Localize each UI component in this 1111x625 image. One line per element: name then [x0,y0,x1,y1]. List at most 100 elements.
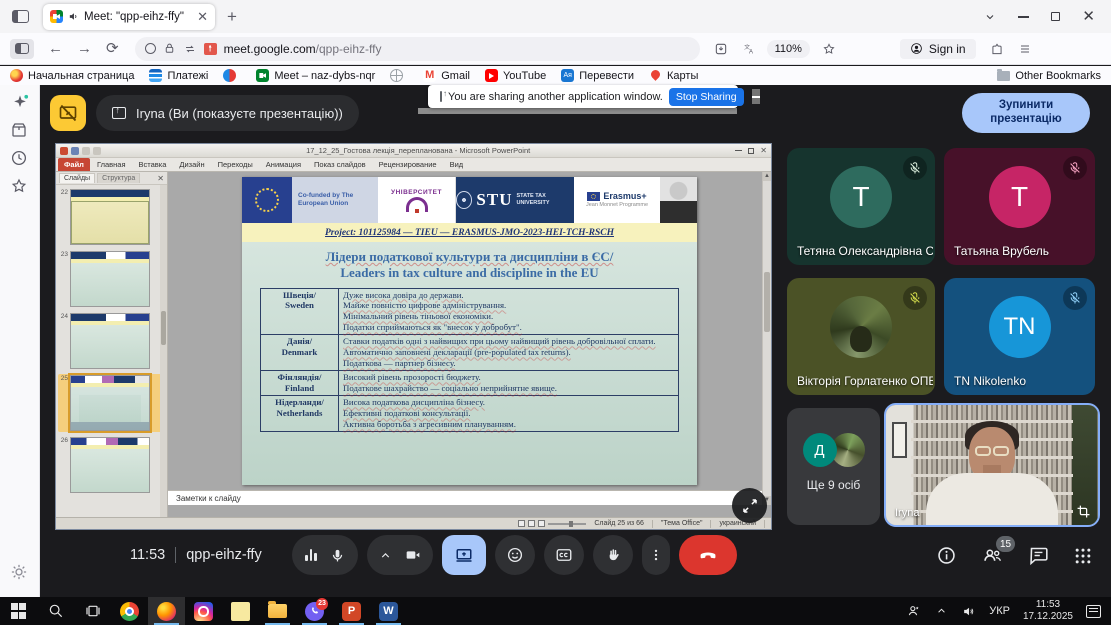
bookmark-item[interactable] [390,69,408,82]
ai-chatbot-icon[interactable] [10,93,30,113]
ppt-thumbnail-row[interactable]: 25 [58,374,165,432]
settings-gear-icon[interactable] [10,563,28,581]
ppt-close-button[interactable]: ✕ [760,146,767,155]
stop-sharing-button[interactable]: Stop Sharing [669,88,744,106]
ppt-ribbon-tab[interactable]: Анимация [260,158,307,171]
ppt-thumbnail-row[interactable]: 23 [58,250,165,308]
ppt-slide-thumbnail[interactable] [70,313,150,369]
more-options-button[interactable] [642,535,670,575]
volume-icon[interactable] [961,605,976,618]
participant-tile-4[interactable]: TN TN Nikolenko [944,278,1095,395]
taskbar-powerpoint[interactable]: P [333,597,370,625]
tab-audio-icon[interactable] [68,11,79,22]
bookmark-item[interactable]: Перевести [561,69,634,82]
ppt-slide-thumbnail[interactable] [70,189,150,245]
people-tray-icon[interactable] [906,604,922,618]
ppt-quick-access-toolbar[interactable] [60,147,101,155]
chat-button[interactable] [1028,545,1049,566]
browser-tab[interactable]: Meet: "qpp-eihz-ffy" ✕ [43,4,215,30]
taskbar-word[interactable]: W [370,597,407,625]
stop-presentation-button[interactable]: Зупинити презентацію [962,93,1090,133]
ppt-slide-thumbnail[interactable] [70,375,150,431]
extensions-icon[interactable] [990,42,1004,56]
package-icon[interactable] [10,121,28,139]
ppt-view-controls[interactable] [518,520,586,527]
start-button[interactable] [0,597,37,625]
new-tab-button[interactable]: + [227,7,237,27]
window-restore-button[interactable] [1051,12,1060,21]
bookmark-item[interactable] [223,69,241,82]
history-clock-icon[interactable] [10,149,28,167]
swap-arrows-icon[interactable] [183,43,197,55]
ppt-ribbon-tab[interactable]: Файл [58,158,90,171]
tab-close-icon[interactable]: ✕ [197,9,208,25]
ppt-slide-thumbnail[interactable] [70,251,150,307]
ppt-ribbon-tab[interactable]: Дизайн [173,158,210,171]
menu-icon[interactable] [1018,43,1032,55]
ppt-slide-scrollbar[interactable]: ▲▼ [762,172,771,505]
action-center-icon[interactable] [1086,605,1101,618]
save-to-pocket-icon[interactable] [714,42,728,56]
info-button[interactable] [936,545,957,566]
show-hidden-icons-chevron[interactable] [935,606,948,616]
taskbar-firefox[interactable] [148,597,185,625]
more-participants-tile[interactable]: Д Ще 9 осіб [787,408,880,525]
ppt-ribbon-tab[interactable]: Вид [444,158,470,171]
participant-tile-2[interactable]: Т Татьяна Врубель [944,148,1095,265]
ppt-restore-button[interactable] [748,148,754,154]
presenting-active-button[interactable] [442,535,486,575]
taskbar-chrome[interactable] [111,597,148,625]
bookmark-star-icon[interactable] [822,42,836,56]
tab-list-chevron-icon[interactable] [984,11,996,23]
sign-in-button[interactable]: Sign in [900,39,976,59]
ppt-ribbon-tab[interactable]: Главная [91,158,132,171]
taskbar-viber[interactable]: 23 [296,597,333,625]
sidebar-toggle-button[interactable] [10,39,34,59]
back-button[interactable]: ← [48,41,63,56]
activities-grid-button[interactable] [1073,546,1093,566]
participant-tile-1[interactable]: Т Тетяна Олександрівна Ск... [787,148,935,265]
bookmark-item[interactable]: YouTube [485,69,546,82]
address-bar[interactable]: meet.google.com/qpp-eihz-ffy [135,37,700,61]
reactions-button[interactable] [495,535,535,575]
bookmark-item[interactable]: Meet – naz-dybs-nqr [256,69,375,82]
screen-share-indicator-icon[interactable] [204,43,217,55]
ppt-tab-outline[interactable]: Структура [97,173,140,183]
window-close-button[interactable]: ✕ [1082,9,1095,24]
other-bookmarks-button[interactable]: Other Bookmarks [997,70,1101,82]
bookmark-item[interactable]: Gmail [423,69,470,82]
window-minimize-button[interactable] [1018,16,1029,18]
taskbar-instagram[interactable] [185,597,222,625]
toast-minimize-button[interactable] [752,89,760,104]
end-call-button[interactable] [679,535,737,575]
raise-hand-button[interactable] [593,535,633,575]
lock-icon[interactable] [163,42,176,55]
language-indicator[interactable]: УКР [989,605,1010,617]
task-view-button[interactable] [74,597,111,625]
firefox-view-icon[interactable] [12,10,29,23]
ppt-thumbnail-row[interactable]: 24 [58,312,165,370]
ppt-notes-area[interactable]: Заметки к слайду [168,490,762,505]
presentation-warning-button[interactable] [50,95,86,131]
ppt-slide-thumbnail[interactable] [70,437,150,493]
translate-icon[interactable]: 文A [742,42,757,55]
reload-button[interactable]: ⟳ [106,41,119,56]
ppt-thumbnail-row[interactable]: 26 [58,436,165,494]
ppt-minimize-button[interactable] [735,150,742,152]
forward-button[interactable]: → [77,41,92,56]
permissions-icon[interactable] [145,43,156,54]
ppt-ribbon-tab[interactable]: Вставка [133,158,173,171]
ppt-panel-scrollbar[interactable] [160,185,167,517]
bookmark-item[interactable]: Карты [649,69,698,82]
taskbar-file-explorer[interactable] [259,597,296,625]
bookmark-item[interactable]: Начальная страница [10,69,134,82]
participant-tile-3[interactable]: Вікторія Горлатенко ОПБ... [787,278,935,395]
taskbar-search-button[interactable] [37,597,74,625]
powerpoint-window[interactable]: 17_12_25_Гостова лекція_перепланована - … [55,143,772,530]
bookmarks-star-icon[interactable] [10,177,28,195]
crop-icon[interactable] [1076,504,1091,519]
self-video-tile[interactable]: Iryna [884,403,1100,527]
presenter-pill[interactable]: Iryna (Ви (показуєте презентацію)) [96,95,359,131]
ppt-ribbon-tab[interactable]: Рецензирование [373,158,443,171]
captions-button[interactable] [544,535,584,575]
